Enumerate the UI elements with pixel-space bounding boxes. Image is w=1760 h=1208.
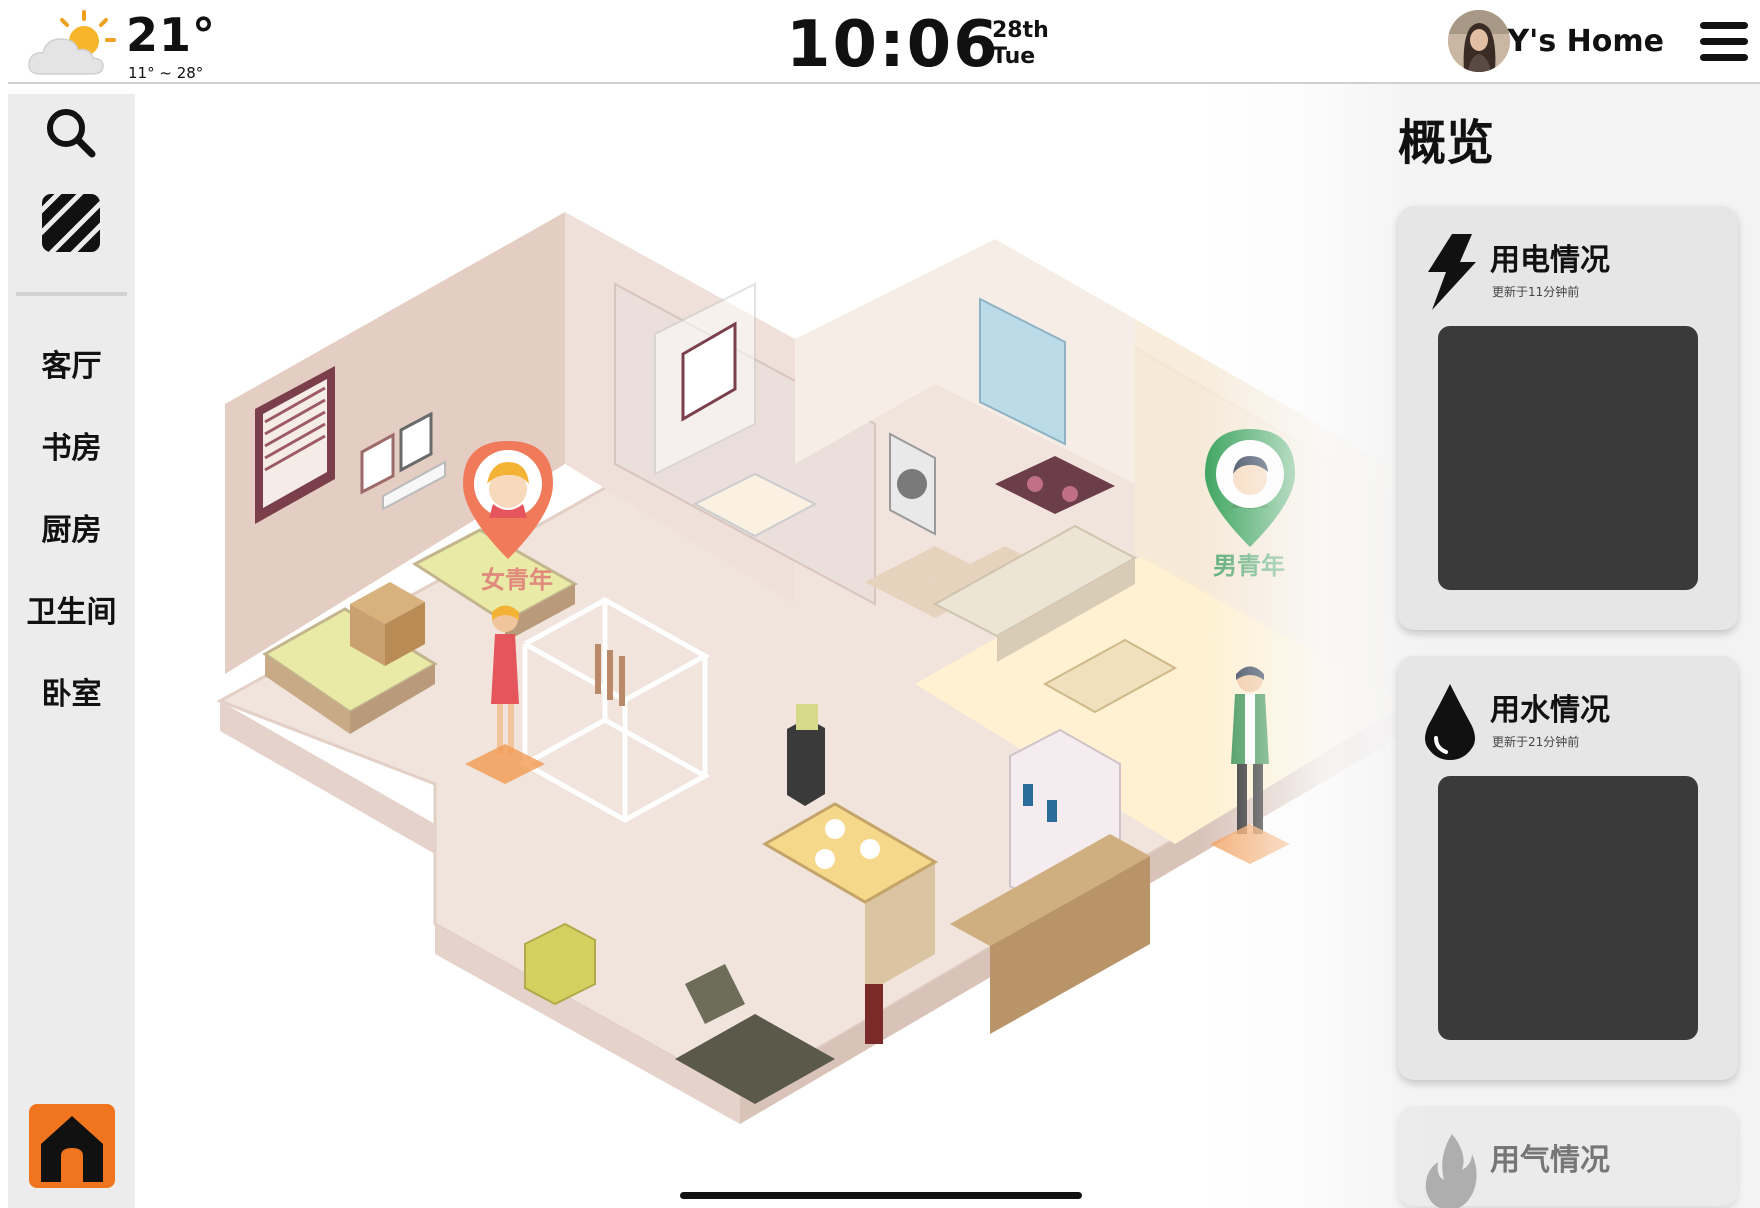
home-name: Y's Home bbox=[1507, 24, 1664, 59]
card-electricity[interactable]: 用电情况 更新于11分钟前 bbox=[1398, 206, 1738, 630]
card-water[interactable]: 用水情况 更新于21分钟前 bbox=[1398, 656, 1738, 1080]
occupant-label-woman: 女青年 bbox=[481, 566, 553, 594]
sidebar-item-study[interactable]: 书房 bbox=[8, 408, 135, 490]
house-icon bbox=[41, 1116, 103, 1182]
card-gas[interactable]: 用气情况 bbox=[1398, 1106, 1738, 1208]
home-indicator-bar[interactable] bbox=[680, 1192, 1082, 1199]
overview-title: 概览 bbox=[1398, 115, 1495, 171]
layout-pattern-icon[interactable] bbox=[42, 194, 100, 252]
current-time: 10:06 bbox=[786, 8, 1000, 82]
card-updated: 更新于11分钟前 bbox=[1492, 285, 1580, 299]
card-title: 用电情况 bbox=[1490, 243, 1610, 278]
lightning-icon bbox=[1428, 234, 1476, 310]
sidebar-divider bbox=[16, 292, 127, 296]
sidebar-item-kitchen[interactable]: 厨房 bbox=[8, 490, 135, 572]
chart-placeholder bbox=[1438, 776, 1698, 1040]
date-day: 28th bbox=[992, 18, 1049, 43]
current-temperature: 21° bbox=[126, 8, 217, 62]
card-title: 用水情况 bbox=[1490, 693, 1610, 728]
partly-cloudy-icon bbox=[28, 10, 116, 75]
temperature-range: 11° ~ 28° bbox=[128, 64, 204, 82]
water-drop-icon bbox=[1425, 684, 1475, 760]
smart-home-dashboard: 21° 11° ~ 28° 10:06 28th Tue Y's Home 客厅… bbox=[0, 0, 1760, 1208]
flame-icon bbox=[1425, 1134, 1477, 1208]
top-bar: 21° 11° ~ 28° 10:06 28th Tue Y's Home bbox=[8, 0, 1760, 84]
sidebar-item-living-room[interactable]: 客厅 bbox=[8, 326, 135, 408]
chart-placeholder bbox=[1438, 326, 1698, 590]
weather-widget[interactable]: 21° 11° ~ 28° bbox=[26, 6, 236, 82]
avatar-image bbox=[1448, 10, 1510, 72]
sidebar-item-bathroom[interactable]: 卫生间 bbox=[8, 572, 135, 654]
search-icon[interactable] bbox=[42, 104, 98, 160]
room-list: 客厅 书房 厨房 卫生间 卧室 bbox=[8, 326, 135, 736]
avatar[interactable] bbox=[1448, 10, 1510, 72]
sidebar: 客厅 书房 厨房 卫生间 卧室 bbox=[8, 94, 135, 1208]
home-button[interactable] bbox=[29, 1104, 115, 1188]
card-updated: 更新于21分钟前 bbox=[1492, 735, 1580, 749]
current-date: 28th Tue bbox=[992, 18, 1049, 70]
date-weekday: Tue bbox=[992, 44, 1036, 69]
sidebar-item-bedroom[interactable]: 卧室 bbox=[8, 654, 135, 736]
card-title: 用气情况 bbox=[1490, 1143, 1610, 1178]
hamburger-menu-icon[interactable] bbox=[1700, 22, 1748, 64]
